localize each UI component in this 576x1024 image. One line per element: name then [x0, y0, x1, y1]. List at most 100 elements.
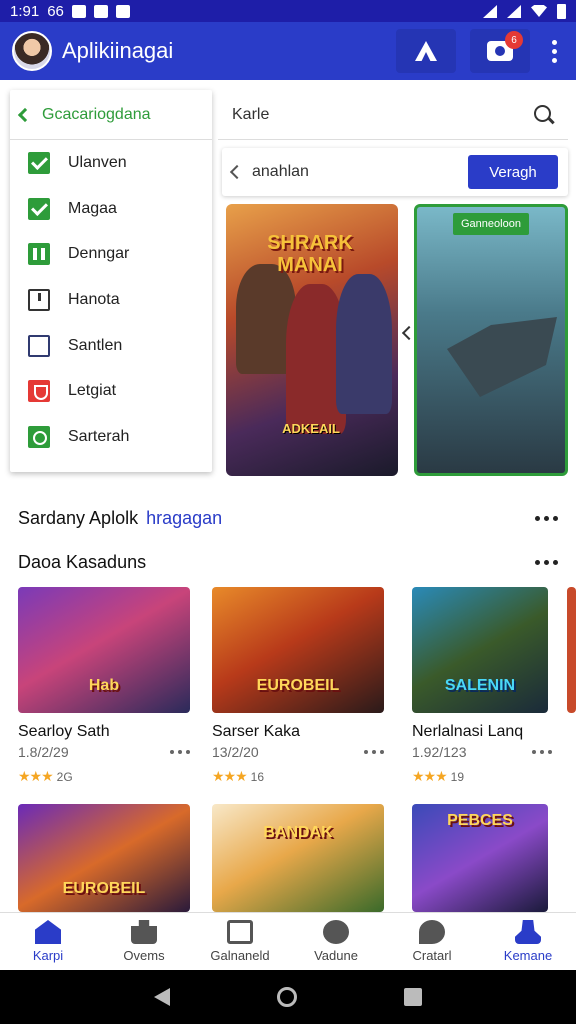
search-icon[interactable]: [534, 104, 554, 125]
nav-item-profile[interactable]: Kemane: [480, 913, 576, 970]
app-bar: Aplikiinagai 6: [0, 22, 576, 80]
back-chevron-icon[interactable]: [17, 107, 33, 122]
system-nav-bar: [0, 970, 576, 1024]
featured-tag: Ganneoloon: [453, 213, 529, 235]
notification-icon: [71, 4, 86, 18]
thumbnail-text: Hab: [88, 677, 120, 694]
nav-label: Vadune: [314, 948, 358, 963]
nav-item-chat[interactable]: Cratarl: [384, 913, 480, 970]
nav-item-bag[interactable]: Ovems: [96, 913, 192, 970]
featured-card[interactable]: SHRARK MANAI ADKEAIL: [226, 204, 398, 476]
menu-item-label: Denngar: [68, 245, 130, 263]
wifi-icon: [531, 5, 547, 17]
menu-item-label: Magaa: [68, 199, 117, 217]
notification-badge: 6: [505, 31, 523, 49]
account-icon: [415, 41, 437, 61]
home-icon: [35, 920, 61, 944]
menu-header-label: Gcacariogdana: [42, 105, 151, 123]
menu-item[interactable]: Denngar: [10, 231, 212, 277]
app-thumbnail[interactable]: [567, 587, 576, 713]
more-options-icon[interactable]: [544, 39, 564, 63]
app-thumbnail[interactable]: PEBCES: [412, 804, 548, 912]
app-title: Nerlalnasi Lanq: [412, 723, 524, 740]
rating-value: 2G: [56, 769, 73, 784]
more-options-icon[interactable]: [535, 560, 558, 565]
search-bar[interactable]: Karle: [218, 90, 568, 140]
app-meta: 1.92/123: [412, 744, 467, 760]
leaf-icon: [323, 920, 349, 944]
app-thumbnail[interactable]: EUROBEIL: [18, 804, 190, 912]
featured-title: SHRARK MANAI: [267, 232, 353, 276]
app-card[interactable]: Hab Searloy Sath 1.8/2/29 ★★★ 2G: [18, 587, 190, 785]
thumbnail-text: BANDAK: [263, 824, 333, 841]
app-thumbnail[interactable]: SALENIN: [412, 587, 548, 713]
menu-item[interactable]: Letgiat: [10, 368, 212, 414]
app-title: Searloy Sath: [18, 723, 110, 740]
circle-check-icon: [28, 425, 50, 448]
nav-label: Ovems: [123, 948, 165, 963]
featured-subtitle: ADKEAIL: [282, 421, 340, 436]
more-options-icon[interactable]: [170, 750, 190, 754]
recents-icon[interactable]: [404, 988, 423, 1006]
menu-item-label: Hanota: [68, 290, 120, 308]
menu-item[interactable]: Sarterah: [10, 414, 212, 460]
featured-card[interactable]: Ganneoloon: [414, 204, 568, 476]
category-menu: Gcacariogdana Ulanven Magaa Denngar Hano…: [10, 90, 212, 472]
checkbox-checked-icon[interactable]: [28, 151, 50, 174]
menu-item-label: Sarterah: [68, 427, 130, 445]
nav-item-leaf[interactable]: Vadune: [288, 913, 384, 970]
menu-item[interactable]: Magaa: [10, 186, 212, 232]
menu-header[interactable]: Gcacariogdana: [10, 90, 212, 140]
carrier-label: 66: [47, 2, 64, 20]
bag-icon: [131, 920, 157, 944]
menu-item-label: Santlen: [68, 336, 123, 354]
section-title: Sardany Aplolk: [18, 508, 139, 528]
account-button[interactable]: [396, 29, 456, 73]
bottom-nav: Karpi Ovems Galnaneld Vadune Cratarl Kem…: [0, 912, 576, 970]
chat-icon: [419, 920, 445, 944]
signal-icon: [507, 4, 521, 18]
rating-value: 16: [250, 769, 265, 784]
app-title: Sarser Kaka: [212, 723, 301, 740]
more-options-icon[interactable]: [535, 516, 558, 521]
app-thumbnail[interactable]: EUROBEIL: [212, 587, 384, 713]
nav-item-home[interactable]: Karpi: [0, 913, 96, 970]
more-options-icon[interactable]: [532, 750, 552, 754]
thumbnail-text: EUROBEIL: [62, 880, 146, 897]
home-button-icon[interactable]: [276, 987, 297, 1007]
app-title: Aplikiinagai: [62, 38, 174, 63]
nav-label: Karpi: [32, 948, 64, 963]
nav-item-box[interactable]: Galnaneld: [192, 913, 288, 970]
document-icon: [28, 288, 50, 311]
search-input[interactable]: Karle: [232, 106, 269, 124]
rating-stars-icon: ★★★: [412, 768, 448, 784]
section-link[interactable]: hragagan: [146, 508, 222, 529]
app-thumbnail[interactable]: Hab: [18, 587, 190, 713]
app-card[interactable]: SALENIN Nerlalnasi Lanq 1.92/123 ★★★ 19: [412, 587, 552, 785]
avatar[interactable]: [12, 31, 52, 71]
thumbnail-text: EUROBEIL: [256, 677, 340, 694]
camera-button[interactable]: 6: [470, 29, 530, 73]
grid-icon: [28, 243, 50, 266]
app-meta: 1.8/2/29: [18, 744, 69, 760]
menu-item[interactable]: Santlen: [10, 323, 212, 369]
nav-label: Cratarl: [412, 948, 452, 963]
nav-label: Kemane: [503, 948, 553, 963]
back-icon[interactable]: [153, 988, 170, 1006]
checkbox-checked-icon[interactable]: [28, 197, 50, 220]
app-card[interactable]: EUROBEIL Sarser Kaka 13/2/20 ★★★ 16: [212, 587, 384, 785]
battery-icon: [557, 3, 566, 19]
rating-value: 19: [450, 769, 465, 784]
menu-item[interactable]: Hanota: [10, 277, 212, 323]
ship-artwork: [447, 317, 557, 397]
app-thumbnail[interactable]: BANDAK: [212, 804, 384, 912]
more-options-icon[interactable]: [364, 750, 384, 754]
section-title: Daoa Kasaduns: [18, 552, 147, 572]
thumbnail-text: PEBCES: [447, 812, 513, 829]
box-icon: [227, 920, 253, 944]
bluetooth-icon: [483, 4, 497, 18]
primary-button[interactable]: Veragh: [468, 155, 558, 189]
back-chevron-icon[interactable]: [229, 164, 245, 180]
notification-icon: [93, 4, 108, 18]
menu-item[interactable]: Ulanven: [10, 140, 212, 186]
